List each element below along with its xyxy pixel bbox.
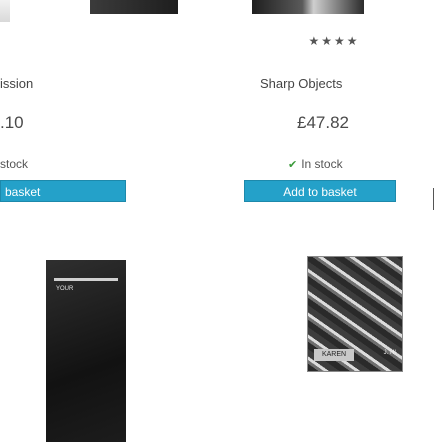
book-cover-image[interactable] [0,0,10,22]
add-to-basket-button[interactable]: basket [0,180,126,202]
add-to-basket-button[interactable]: Add to basket [244,180,396,202]
check-icon: ✔ [288,159,298,171]
cover-author-badge: KAREN [314,349,354,361]
stock-label: stock [0,157,29,171]
cover-author-text: J. HI [383,350,396,356]
star-rating: ★★★★ [308,34,360,48]
stock-status: stock [0,157,28,171]
book-cover-image[interactable]: KAREN J. HI [307,256,403,372]
product-title-link[interactable]: ission [0,76,33,91]
product-price: £47.82 [297,113,349,132]
product-title-link[interactable]: Sharp Objects [260,76,342,91]
book-cover-image[interactable] [252,0,364,14]
cover-stripe [54,278,118,281]
stock-status: ✔ In stock [288,157,343,171]
divider [433,188,434,210]
book-cover-image[interactable]: YOUR [46,260,126,442]
cover-text: YOUR [56,286,74,292]
book-cover-image[interactable] [90,0,178,14]
stock-label: In stock [301,157,343,171]
product-price: .10 [0,113,24,132]
